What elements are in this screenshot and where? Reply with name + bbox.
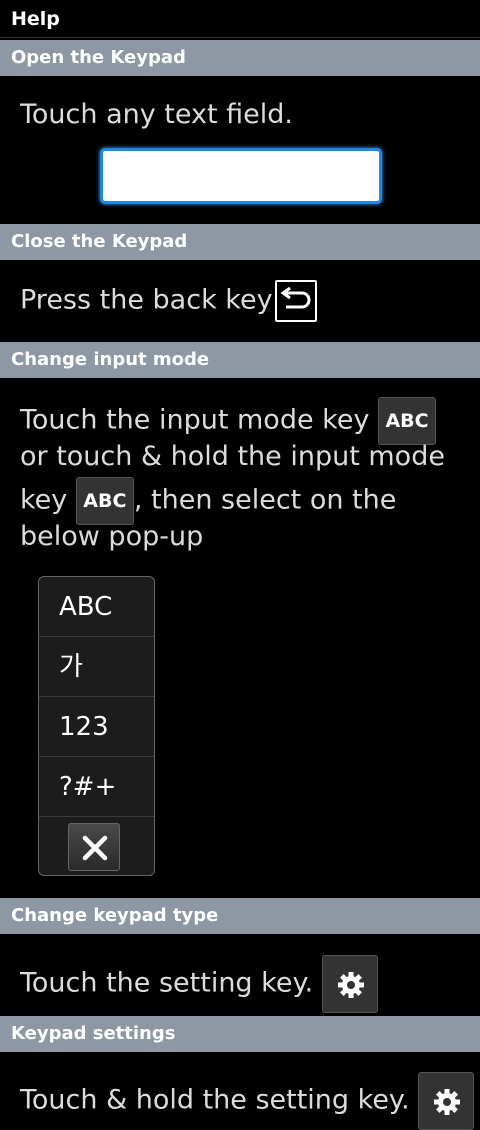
popup-close-row bbox=[39, 817, 154, 875]
back-key-icon bbox=[274, 280, 317, 322]
close-icon bbox=[82, 835, 108, 861]
keypad-type-text: Touch the setting key. bbox=[20, 967, 314, 999]
input-mode-text-4: , then select on the bbox=[133, 484, 397, 516]
popup-item-abc[interactable]: ABC bbox=[39, 577, 154, 637]
open-keypad-text: Touch any text field. bbox=[20, 99, 294, 130]
popup-item-korean[interactable]: 가 bbox=[39, 637, 154, 697]
keypad-settings-text: Touch & hold the setting key. bbox=[20, 1084, 410, 1116]
sample-text-field[interactable] bbox=[100, 148, 382, 204]
popup-item-symbols[interactable]: ?#+ bbox=[39, 757, 154, 817]
section-header-close-keypad: Close the Keypad bbox=[0, 224, 480, 260]
input-mode-text-5: below pop-up bbox=[20, 521, 204, 552]
close-keypad-row: Press the back key bbox=[20, 280, 317, 322]
keypad-type-row: Touch the setting key. bbox=[20, 955, 378, 1013]
input-mode-text-3: key bbox=[20, 484, 68, 516]
popup-item-123[interactable]: 123 bbox=[39, 697, 154, 757]
input-mode-popup: ABC 가 123 ?#+ bbox=[38, 576, 155, 876]
section-header-keypad-settings: Keypad settings bbox=[0, 1016, 480, 1052]
input-mode-text-2: or touch & hold the input mode bbox=[20, 441, 445, 472]
section-header-change-keypad-type: Change keypad type bbox=[0, 898, 480, 934]
gear-icon bbox=[321, 955, 378, 1013]
gear-icon-2 bbox=[418, 1072, 475, 1130]
keypad-settings-row: Touch & hold the setting key. bbox=[20, 1072, 475, 1130]
section-header-change-input-mode: Change input mode bbox=[0, 342, 480, 378]
input-mode-text-1: Touch the input mode key bbox=[20, 404, 370, 436]
section-header-open-keypad: Open the Keypad bbox=[0, 40, 480, 76]
popup-close-button[interactable] bbox=[68, 823, 120, 871]
app-title: Help bbox=[0, 0, 480, 38]
close-keypad-text: Press the back key bbox=[20, 284, 273, 316]
